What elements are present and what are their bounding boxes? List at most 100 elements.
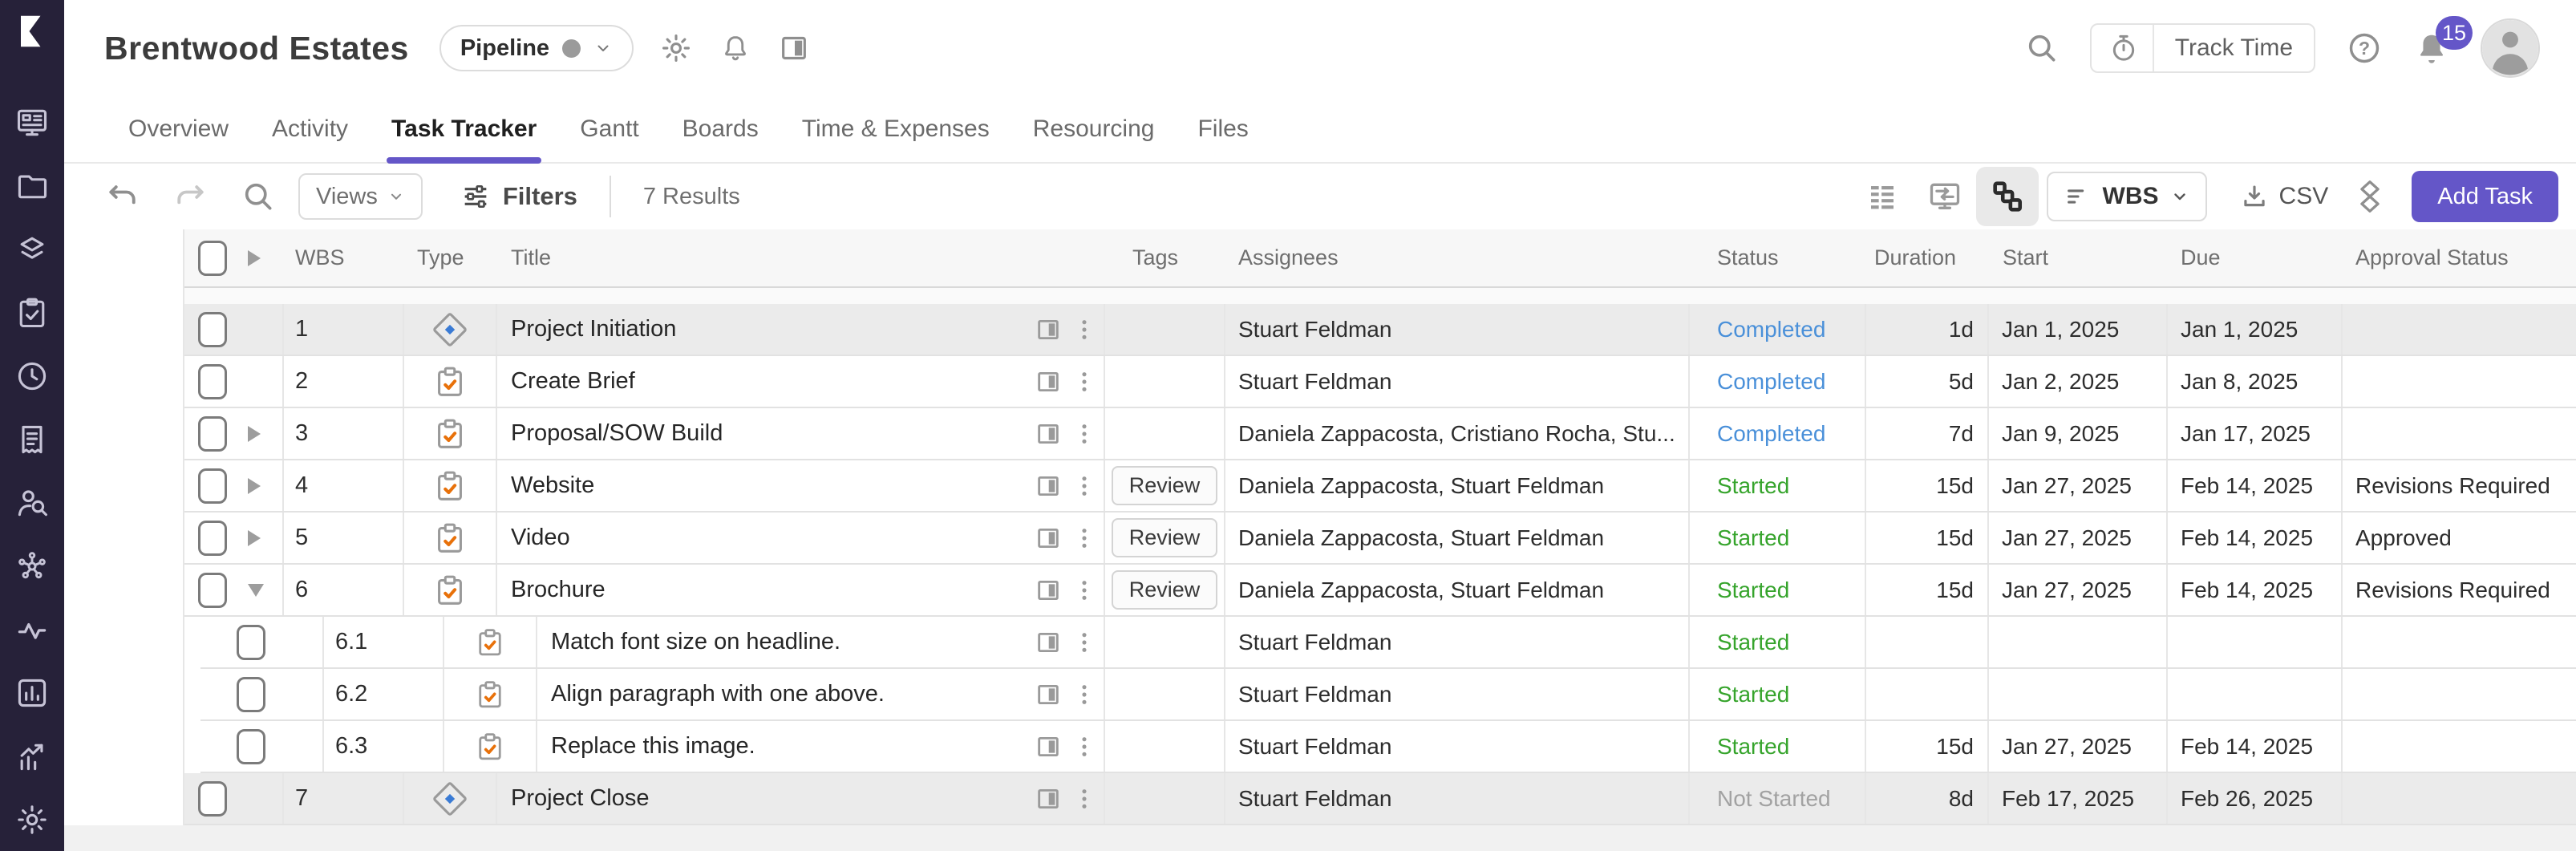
row-checkbox[interactable] — [237, 625, 265, 660]
approval-status-cell[interactable] — [2343, 408, 2576, 459]
row-checkbox[interactable] — [198, 416, 227, 452]
gantt-view-button[interactable] — [1914, 167, 1976, 226]
due-date-cell[interactable]: Jan 17, 2025 — [2168, 408, 2343, 459]
tab-boards[interactable]: Boards — [682, 96, 759, 162]
table-row[interactable]: 1 Project Initiation Stuart Feldman Comp… — [184, 304, 2576, 356]
start-date-cell[interactable]: Jan 27, 2025 — [1989, 565, 2168, 615]
assignees-cell[interactable]: Stuart Feldman — [1225, 773, 1690, 824]
task-title[interactable]: Project Close — [511, 785, 649, 812]
due-date-cell[interactable]: Jan 8, 2025 — [2168, 356, 2343, 407]
assignees-cell[interactable]: Stuart Feldman — [1225, 304, 1690, 355]
column-header-assignees[interactable]: Assignees — [1225, 229, 1690, 286]
table-subtask-row[interactable]: 6.2 Align paragraph with one above. Stua… — [200, 669, 2576, 721]
column-header-status[interactable]: Status — [1690, 229, 1866, 286]
column-header-type[interactable]: Type — [404, 229, 497, 286]
assignees-cell[interactable]: Stuart Feldman — [1225, 721, 1690, 772]
assignees-cell[interactable]: Daniela Zappacosta, Cristiano Rocha, Stu… — [1225, 408, 1690, 459]
kebab-menu-icon[interactable] — [1073, 316, 1096, 343]
sidebar-item-settings[interactable] — [0, 788, 64, 851]
timer-segment[interactable] — [2092, 30, 2153, 66]
column-header-due[interactable]: Due — [2168, 229, 2343, 286]
duration-cell[interactable]: 5d — [1866, 356, 1989, 407]
list-view-button[interactable] — [1851, 167, 1914, 226]
task-title[interactable]: Brochure — [511, 577, 606, 603]
task-title[interactable]: Replace this image. — [551, 733, 755, 760]
duration-cell[interactable]: 7d — [1866, 408, 1989, 459]
row-checkbox[interactable] — [237, 729, 265, 764]
sidebar-item-analytics[interactable] — [0, 724, 64, 788]
notifications-button[interactable]: 15 — [2413, 29, 2450, 67]
start-date-cell[interactable]: Feb 17, 2025 — [1989, 773, 2168, 824]
status-cell[interactable]: Completed — [1690, 356, 1866, 407]
due-date-cell[interactable]: Feb 14, 2025 — [2168, 565, 2343, 615]
start-date-cell[interactable]: Jan 9, 2025 — [1989, 408, 2168, 459]
start-date-cell[interactable]: Jan 27, 2025 — [1989, 721, 2168, 772]
duration-cell[interactable] — [1866, 617, 1989, 667]
side-panel-toggle-button[interactable] — [778, 32, 810, 64]
open-panel-icon[interactable] — [1035, 472, 1062, 500]
column-header-wbs[interactable]: WBS — [284, 229, 404, 286]
expand-row-icon[interactable] — [248, 426, 261, 442]
row-checkbox[interactable] — [198, 573, 227, 608]
table-row[interactable]: 5 Video Review Daniela Zappacosta, Stuar… — [184, 513, 2576, 565]
title-cell[interactable]: Align paragraph with one above. — [537, 669, 1105, 719]
sidebar-item-tasks[interactable] — [0, 281, 64, 344]
due-date-cell[interactable]: Feb 14, 2025 — [2168, 460, 2343, 511]
task-title[interactable]: Create Brief — [511, 368, 635, 395]
sidebar-item-time[interactable] — [0, 344, 64, 407]
open-panel-icon[interactable] — [1035, 785, 1062, 813]
title-cell[interactable]: Website — [497, 460, 1105, 511]
row-checkbox[interactable] — [198, 364, 227, 399]
sidebar-item-reports[interactable] — [0, 661, 64, 724]
kebab-menu-icon[interactable] — [1073, 525, 1096, 552]
track-time-button[interactable]: Track Time — [2090, 23, 2315, 73]
due-date-cell[interactable]: Feb 14, 2025 — [2168, 721, 2343, 772]
kebab-menu-icon[interactable] — [1073, 681, 1096, 708]
duration-cell[interactable]: 15d — [1866, 460, 1989, 511]
user-avatar[interactable] — [2481, 18, 2540, 78]
start-date-cell[interactable]: Jan 2, 2025 — [1989, 356, 2168, 407]
table-row[interactable]: 6 Brochure Review Daniela Zappacosta, St… — [184, 565, 2576, 617]
start-date-cell[interactable]: Jan 27, 2025 — [1989, 513, 2168, 563]
title-cell[interactable]: Brochure — [497, 565, 1105, 615]
tab-files[interactable]: Files — [1197, 96, 1248, 162]
project-status-dropdown[interactable]: Pipeline — [439, 25, 634, 71]
collapse-row-icon[interactable] — [248, 584, 264, 597]
table-row[interactable]: 4 Website Review Daniela Zappacosta, Stu… — [184, 460, 2576, 513]
duration-cell[interactable]: 8d — [1866, 773, 1989, 824]
assignees-cell[interactable]: Daniela Zappacosta, Stuart Feldman — [1225, 565, 1690, 615]
open-panel-icon[interactable] — [1035, 681, 1062, 708]
sidebar-item-insights[interactable] — [0, 534, 64, 598]
column-header-start[interactable]: Start — [1989, 229, 2168, 286]
duration-cell[interactable] — [1866, 669, 1989, 719]
table-row[interactable]: 7 Project Close Stuart Feldman Not Start… — [184, 773, 2576, 825]
search-tasks-button[interactable] — [241, 179, 276, 214]
row-checkbox[interactable] — [198, 521, 227, 556]
expand-all-icon[interactable] — [248, 250, 261, 266]
task-title[interactable]: Proposal/SOW Build — [511, 420, 723, 447]
tag-chip[interactable]: Review — [1112, 518, 1218, 557]
status-cell[interactable]: Started — [1690, 460, 1866, 511]
app-logo[interactable] — [15, 10, 49, 52]
group-by-dropdown[interactable]: WBS — [2047, 172, 2207, 221]
approval-status-cell[interactable] — [2343, 669, 2576, 719]
due-date-cell[interactable]: Feb 26, 2025 — [2168, 773, 2343, 824]
tab-resourcing[interactable]: Resourcing — [1033, 96, 1155, 162]
tab-gantt[interactable]: Gantt — [580, 96, 638, 162]
open-panel-icon[interactable] — [1035, 316, 1062, 343]
column-header-title[interactable]: Title — [497, 229, 1105, 286]
status-cell[interactable]: Not Started — [1690, 773, 1866, 824]
task-title[interactable]: Match font size on headline. — [551, 629, 840, 655]
row-checkbox[interactable] — [237, 677, 265, 712]
approval-status-cell[interactable] — [2343, 304, 2576, 355]
tab-overview[interactable]: Overview — [128, 96, 229, 162]
open-panel-icon[interactable] — [1035, 629, 1062, 656]
due-date-cell[interactable] — [2168, 669, 2343, 719]
row-checkbox[interactable] — [198, 781, 227, 817]
table-row[interactable]: 2 Create Brief Stuart Feldman Completed … — [184, 356, 2576, 408]
assignees-cell[interactable]: Stuart Feldman — [1225, 356, 1690, 407]
tab-task-tracker[interactable]: Task Tracker — [391, 96, 537, 162]
start-date-cell[interactable] — [1989, 617, 2168, 667]
select-all-checkbox[interactable] — [198, 241, 227, 276]
start-date-cell[interactable] — [1989, 669, 2168, 719]
